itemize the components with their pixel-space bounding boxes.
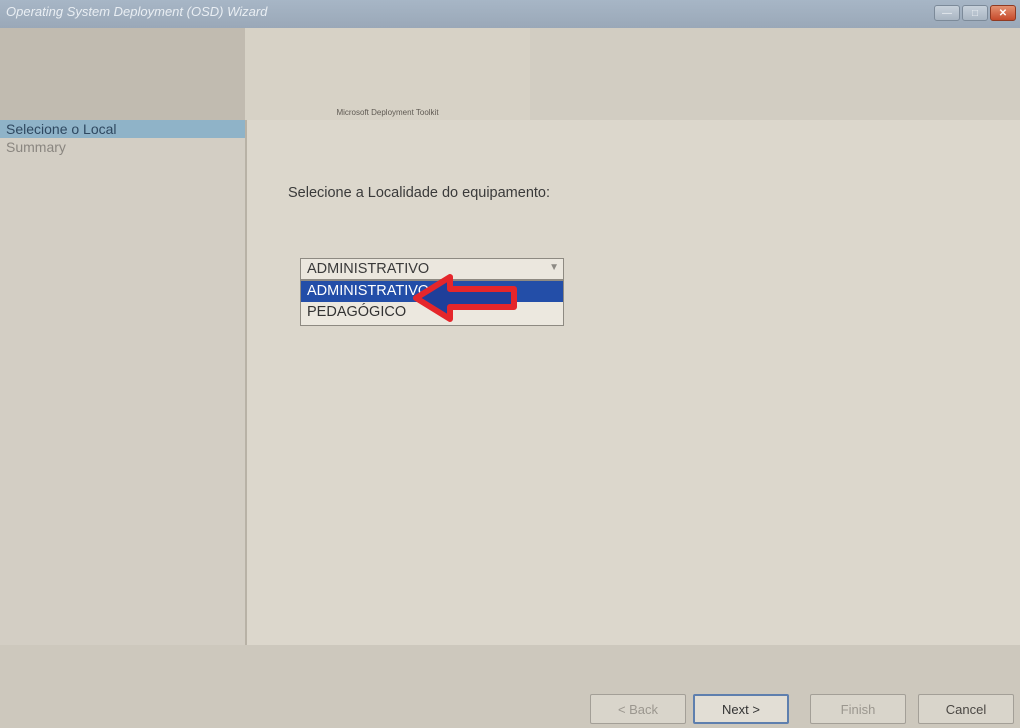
finish-button[interactable]: Finish xyxy=(810,694,906,724)
sidebar-item-selecione-o-local[interactable]: Selecione o Local xyxy=(0,120,245,138)
window-title: Operating System Deployment (OSD) Wizard xyxy=(6,4,268,19)
chevron-down-icon[interactable]: ▼ xyxy=(549,262,559,273)
sidebar-item-summary[interactable]: Summary xyxy=(0,138,245,156)
location-prompt: Selecione a Localidade do equipamento: xyxy=(288,185,551,201)
cancel-button[interactable]: Cancel xyxy=(918,694,1014,724)
header-right-panel xyxy=(530,28,1020,120)
banner-text: Microsoft Deployment Toolkit xyxy=(336,108,439,117)
minimize-button[interactable]: — xyxy=(934,5,960,21)
header-left-panel xyxy=(0,28,245,120)
window-controls: — □ ✕ xyxy=(934,5,1016,21)
wizard-steps-sidebar: Selecione o Local Summary xyxy=(0,120,247,645)
maximize-button[interactable]: □ xyxy=(962,5,988,21)
mdt-banner: Microsoft Deployment Toolkit xyxy=(245,28,530,120)
back-button[interactable]: < Back xyxy=(590,694,686,724)
next-button[interactable]: Next > xyxy=(693,694,789,724)
close-button[interactable]: ✕ xyxy=(990,5,1016,21)
location-select-value: ADMINISTRATIVO xyxy=(307,261,430,277)
main-content: Selecione a Localidade do equipamento: A… xyxy=(247,120,1020,645)
title-bar: Operating System Deployment (OSD) Wizard… xyxy=(0,0,1020,28)
wizard-footer: < Back Next > Finish Cancel xyxy=(0,645,1020,728)
red-arrow-annotation-icon xyxy=(413,274,517,322)
